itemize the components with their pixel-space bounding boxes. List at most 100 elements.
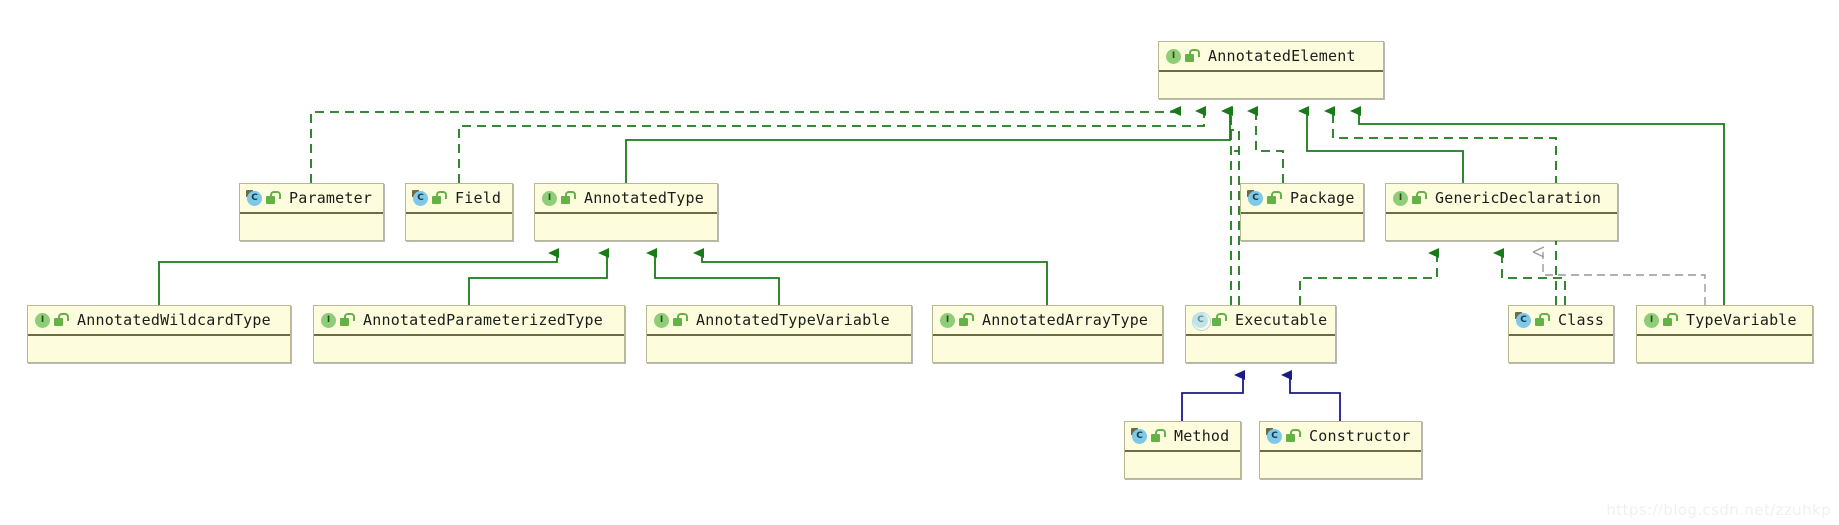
node-constructor[interactable]: C Constructor — [1259, 421, 1422, 479]
edge-annotatedtype-annotatedelement — [625, 106, 1232, 183]
unlocked-icon — [1663, 313, 1678, 327]
unlocked-icon — [54, 313, 69, 327]
node-title: AnnotatedParameterizedType — [363, 311, 603, 329]
node-header: C Field — [406, 184, 512, 214]
unlocked-icon — [1267, 191, 1282, 205]
node-executable[interactable]: C Executable — [1185, 305, 1336, 363]
node-title: AnnotatedWildcardType — [77, 311, 271, 329]
node-attributes-compartment — [1186, 336, 1335, 362]
node-attributes-compartment — [647, 336, 911, 362]
interface-icon: I — [1165, 48, 1182, 65]
interface-icon: I — [1643, 312, 1660, 329]
unlocked-icon — [673, 313, 688, 327]
node-attributes-compartment — [1637, 336, 1812, 362]
class-icon: C — [246, 189, 263, 207]
node-header: C Constructor — [1260, 422, 1421, 452]
uml-class-diagram: I AnnotatedElement C Parameter C Field I… — [0, 0, 1839, 525]
unlocked-icon — [1185, 49, 1200, 63]
node-header: C Executable — [1186, 306, 1335, 336]
unlocked-icon — [1151, 429, 1166, 443]
node-annotatedtypevariable[interactable]: I AnnotatedTypeVariable — [646, 305, 912, 363]
unlocked-icon — [340, 313, 355, 327]
node-title: GenericDeclaration — [1435, 189, 1602, 207]
node-header: I TypeVariable — [1637, 306, 1812, 336]
interface-icon: I — [939, 312, 956, 329]
edge-package-annotatedelement — [1247, 106, 1284, 183]
node-title: Parameter — [289, 189, 373, 207]
unlocked-icon — [1412, 191, 1427, 205]
unlocked-icon — [1286, 429, 1301, 443]
node-attributes-compartment — [1509, 336, 1613, 362]
edge-executable-genericdeclaration — [1299, 248, 1439, 305]
node-attributes-compartment — [1125, 452, 1240, 478]
edge-constructor-executable — [1281, 370, 1341, 421]
interface-icon: I — [320, 312, 337, 329]
node-title: Field — [455, 189, 502, 207]
unlocked-icon — [1212, 313, 1227, 327]
node-title: Constructor — [1309, 427, 1411, 445]
edge-annotatedtypevariable-annotatedtype — [646, 248, 780, 305]
node-attributes-compartment — [406, 214, 512, 240]
unlocked-icon — [266, 191, 281, 205]
node-header: I AnnotatedTypeVariable — [647, 306, 911, 336]
interface-icon: I — [541, 190, 558, 207]
node-header: I AnnotatedElement — [1159, 42, 1383, 72]
node-header: C Package — [1241, 184, 1363, 214]
node-field[interactable]: C Field — [405, 183, 513, 241]
node-title: Package — [1290, 189, 1355, 207]
node-method[interactable]: C Method — [1124, 421, 1241, 479]
node-title: Method — [1174, 427, 1230, 445]
node-title: Class — [1558, 311, 1605, 329]
node-header: C Parameter — [240, 184, 383, 214]
node-genericdeclaration[interactable]: I GenericDeclaration — [1385, 183, 1618, 241]
edge-parameter-annotatedelement — [310, 106, 1181, 183]
class-icon: C — [1515, 311, 1532, 329]
node-attributes-compartment — [933, 336, 1162, 362]
node-parameter[interactable]: C Parameter — [239, 183, 384, 241]
interface-icon: I — [653, 312, 670, 329]
node-title: TypeVariable — [1686, 311, 1797, 329]
node-typevariable[interactable]: I TypeVariable — [1636, 305, 1813, 363]
edge-executable-annotatedelement — [1230, 129, 1240, 305]
node-annotatedparameterizedtype[interactable]: I AnnotatedParameterizedType — [313, 305, 625, 363]
node-attributes-compartment — [240, 214, 383, 240]
abstract-class-icon: C — [1192, 311, 1211, 331]
edge-annotatedparameterizedtype-annotatedtype — [468, 248, 609, 305]
node-attributes-compartment — [28, 336, 290, 362]
edge-annotatedarraytype-annotatedtype — [693, 248, 1048, 305]
node-title: AnnotatedElement — [1208, 47, 1356, 65]
node-annotatedtype[interactable]: I AnnotatedType — [534, 183, 718, 241]
interface-icon: I — [34, 312, 51, 329]
edge-annotatedwildcardtype-annotatedtype — [158, 248, 559, 305]
edge-field-annotatedelement — [458, 106, 1206, 183]
node-header: C Method — [1125, 422, 1240, 452]
node-attributes-compartment — [1241, 214, 1363, 240]
interface-icon: I — [1392, 190, 1409, 207]
node-package[interactable]: C Package — [1240, 183, 1364, 241]
node-attributes-compartment — [1260, 452, 1421, 478]
node-annotatedelement[interactable]: I AnnotatedElement — [1158, 41, 1384, 99]
unlocked-icon — [1535, 313, 1550, 327]
unlocked-icon — [432, 191, 447, 205]
node-attributes-compartment — [1159, 72, 1383, 98]
node-header: I AnnotatedArrayType — [933, 306, 1162, 336]
node-title: AnnotatedType — [584, 189, 704, 207]
class-icon: C — [1247, 189, 1264, 207]
node-title: AnnotatedArrayType — [982, 311, 1149, 329]
node-class[interactable]: C Class — [1508, 305, 1614, 363]
node-annotatedwildcardtype[interactable]: I AnnotatedWildcardType — [27, 305, 291, 363]
class-icon: C — [412, 189, 429, 207]
node-header: I AnnotatedWildcardType — [28, 306, 290, 336]
node-title: AnnotatedTypeVariable — [696, 311, 890, 329]
node-attributes-compartment — [1386, 214, 1617, 240]
edge-method-executable — [1181, 370, 1245, 421]
node-header: I GenericDeclaration — [1386, 184, 1617, 214]
node-title: Executable — [1235, 311, 1328, 329]
class-icon: C — [1266, 427, 1283, 445]
unlocked-icon — [959, 313, 974, 327]
node-attributes-compartment — [314, 336, 624, 362]
watermark: https://blog.csdn.net/zzuhkp — [1606, 501, 1831, 519]
node-attributes-compartment — [535, 214, 717, 240]
node-annotatedarraytype[interactable]: I AnnotatedArrayType — [932, 305, 1163, 363]
node-header: C Class — [1509, 306, 1613, 336]
